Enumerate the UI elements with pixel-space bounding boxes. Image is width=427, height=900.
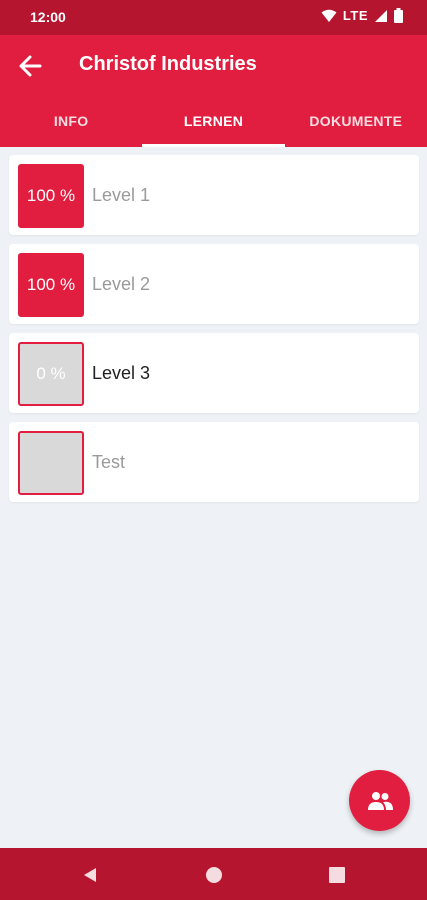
progress-badge xyxy=(18,431,84,495)
app-bar: Christof Industries xyxy=(0,35,427,95)
wifi-icon xyxy=(321,9,337,22)
level-label: Level 3 xyxy=(92,363,151,383)
tab-label: DOKUMENTE xyxy=(309,113,403,129)
status-time: 12:00 xyxy=(30,9,66,25)
level-card-3[interactable]: 0 % Level 3 xyxy=(9,333,419,413)
test-card[interactable]: Test xyxy=(9,422,419,502)
level-list: 100 % Level 1 100 % Level 2 0 % Level 3 … xyxy=(9,155,419,511)
circle-home-icon xyxy=(206,867,222,883)
tab-label: LERNEN xyxy=(183,113,244,129)
tab-dokumente[interactable]: DOKUMENTE xyxy=(285,95,427,147)
page-title: Christof Industries xyxy=(79,53,257,75)
test-label: Test xyxy=(92,452,126,472)
nav-recents-button[interactable] xyxy=(326,864,348,886)
back-button[interactable] xyxy=(16,51,46,81)
progress-badge: 100 % xyxy=(18,164,84,228)
active-tab-indicator xyxy=(142,144,285,147)
tab-lernen[interactable]: LERNEN xyxy=(142,95,285,147)
square-recents-icon xyxy=(329,867,345,883)
nav-back-button[interactable] xyxy=(79,864,101,886)
signal-icon xyxy=(375,9,387,22)
group-icon xyxy=(367,791,393,810)
progress-badge: 0 % xyxy=(18,342,84,406)
battery-icon xyxy=(394,8,403,23)
status-bar: 12:00 LTE xyxy=(0,0,427,35)
group-fab-button[interactable] xyxy=(349,770,410,831)
nav-home-button[interactable] xyxy=(203,864,225,886)
level-card-1[interactable]: 100 % Level 1 xyxy=(9,155,419,235)
level-card-2[interactable]: 100 % Level 2 xyxy=(9,244,419,324)
tab-bar: INFO LERNEN DOKUMENTE xyxy=(0,95,427,147)
level-label: Level 2 xyxy=(92,274,151,294)
tab-label: INFO xyxy=(53,113,89,129)
progress-badge: 100 % xyxy=(18,253,84,317)
triangle-back-icon xyxy=(84,868,96,882)
tab-info[interactable]: INFO xyxy=(0,95,142,147)
arrow-left-icon xyxy=(19,55,42,77)
level-label: Level 1 xyxy=(92,185,151,205)
status-icons: LTE xyxy=(321,8,403,23)
system-nav-bar xyxy=(0,848,427,900)
network-label: LTE xyxy=(342,8,368,23)
